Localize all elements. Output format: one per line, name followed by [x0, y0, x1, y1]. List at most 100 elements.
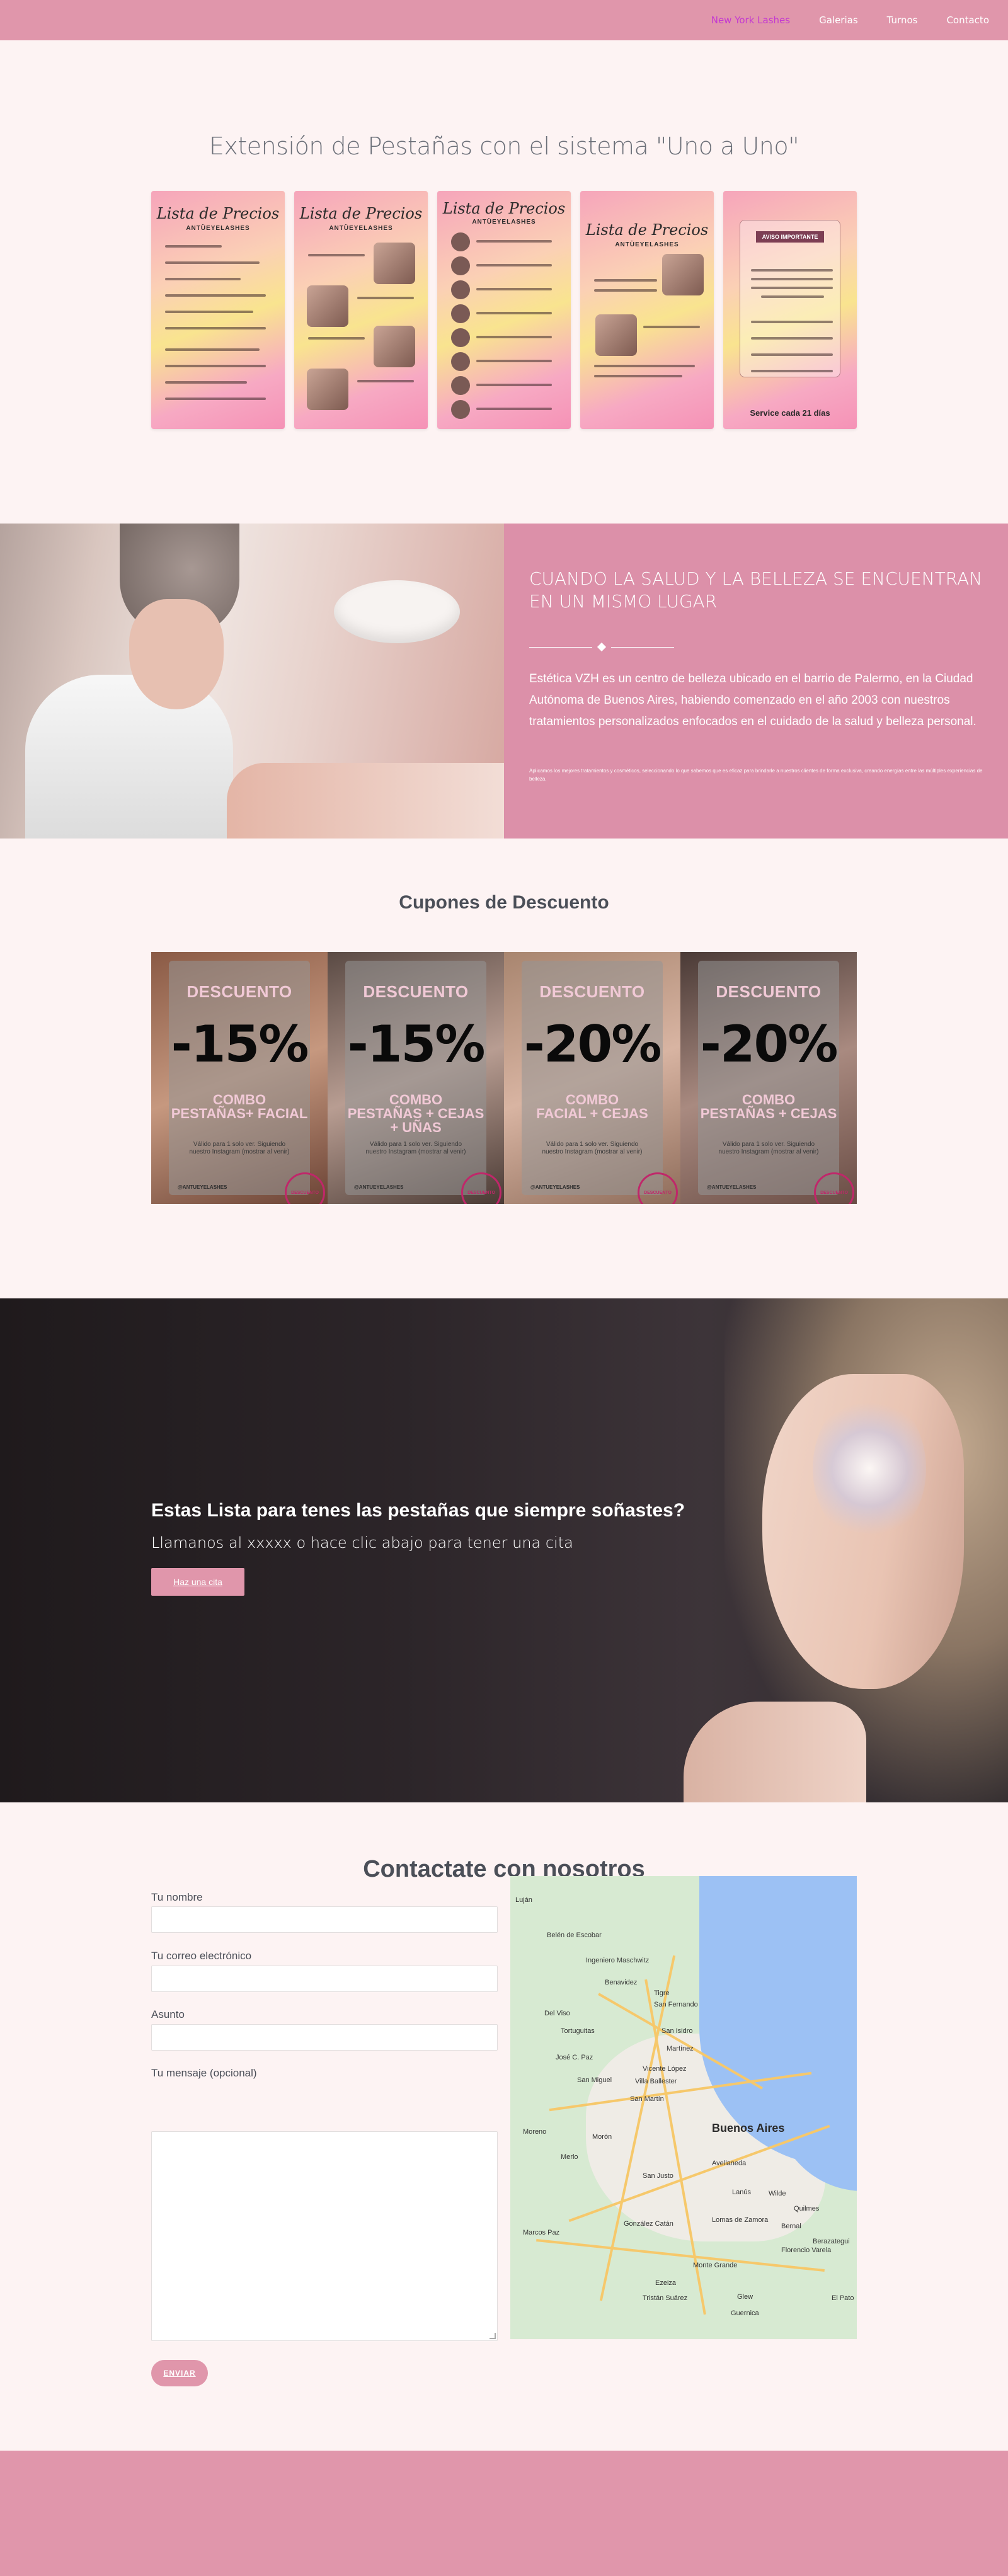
map-label: Martínez — [667, 2045, 694, 2052]
about-heading: CUANDO LA SALUD Y LA BELLEZA SE ENCUENTR… — [529, 568, 983, 612]
price-list-image[interactable]: Lista de Precios ANTÜEYELASHES — [437, 191, 571, 429]
price-line — [165, 311, 253, 313]
price-line — [594, 375, 682, 377]
map-label: Morón — [592, 2133, 612, 2141]
message-label: Tu mensaje (opcional) — [151, 2067, 257, 2079]
notice-line — [751, 278, 833, 280]
treatment-photo — [374, 243, 415, 284]
coupon-handle: @ANTUEYELASHES — [530, 1184, 580, 1190]
lash-style-photo — [451, 328, 470, 347]
price-line — [165, 261, 260, 264]
map-label: Luján — [515, 1896, 532, 1904]
map-label: San Justo — [643, 2172, 673, 2180]
glitter-makeup — [813, 1393, 926, 1544]
map-label: Ingeniero Maschwitz — [586, 1957, 650, 1964]
diamond-icon — [597, 642, 607, 652]
map-label: San Fernando — [654, 2001, 698, 2008]
map-label: San Isidro — [662, 2027, 693, 2035]
divider-ornament — [529, 642, 674, 652]
resize-handle-icon[interactable] — [490, 2333, 496, 2339]
notice-image[interactable]: AVISO IMPORTANTE Service cada 21 días — [723, 191, 857, 429]
send-button[interactable]: ENVIAR — [151, 2360, 208, 2386]
price-line — [643, 326, 700, 328]
map-label: San Martín — [630, 2095, 664, 2103]
price-line — [165, 245, 222, 248]
price-card-title: Lista de Precios — [299, 205, 423, 222]
cta-banner: Estas Lista para tenes las pestañas que … — [0, 1298, 1008, 1802]
price-list-image[interactable]: Lista de Precios ANTÜEYELASHES — [294, 191, 428, 429]
coupon-combo: COMBO PESTAÑAS + CEJAS — [700, 1092, 837, 1121]
map-label: Tortuguitas — [561, 2027, 595, 2035]
lash-style-photo — [451, 232, 470, 251]
coupons-title: Cupones de Descuento — [399, 892, 609, 913]
map-label: Glew — [737, 2293, 753, 2301]
lash-style-photo — [451, 256, 470, 275]
coupon-label: DESCUENTO — [539, 982, 645, 1001]
coupon-image[interactable]: DESCUENTO -20% COMBO PESTAÑAS + CEJAS Vá… — [680, 952, 857, 1204]
cta-heading: Estas Lista para tenes las pestañas que … — [151, 1500, 685, 1521]
map-label: Ezeiza — [655, 2279, 677, 2287]
map-label: Berazategui — [813, 2238, 850, 2245]
location-map[interactable]: Luján Belén de Escobar Ingeniero Maschwi… — [510, 1876, 857, 2339]
message-field[interactable] — [151, 2131, 498, 2341]
notice-line — [751, 353, 833, 356]
footer — [0, 2451, 1008, 2576]
treatment-photo — [307, 369, 348, 410]
map-label: Monte Grande — [693, 2262, 738, 2269]
price-list-image[interactable]: Lista de Precios ANTÜEYELASHES — [580, 191, 714, 429]
price-list-image[interactable]: Lista de Precios ANTÜEYELASHES — [151, 191, 285, 429]
coupon-image[interactable]: DESCUENTO -20% COMBO FACIAL + CEJAS Váli… — [504, 952, 680, 1204]
coupon-combo: COMBO FACIAL + CEJAS — [536, 1092, 648, 1121]
map-label: Florencio Varela — [781, 2247, 832, 2254]
map-label: Villa Ballester — [635, 2078, 677, 2085]
coupon-image[interactable]: DESCUENTO -15% COMBO PESTAÑAS + CEJAS + … — [328, 952, 504, 1204]
lash-style-photo — [451, 352, 470, 371]
coupon-image[interactable]: DESCUENTO -15% COMBO PESTAÑAS+ FACIAL Vá… — [151, 952, 328, 1204]
about-panel: CUANDO LA SALUD Y LA BELLEZA SE ENCUENTR… — [504, 524, 1008, 839]
notice-line — [751, 287, 833, 289]
treatment-photo — [307, 285, 348, 327]
coupon-combo: COMBO PESTAÑAS+ FACIAL — [171, 1092, 308, 1121]
coupon-label: DESCUENTO — [716, 982, 822, 1001]
price-line — [165, 327, 266, 329]
coupon-percent: -15% — [347, 1015, 486, 1073]
nav-item-new-york-lashes[interactable]: New York Lashes — [711, 14, 790, 26]
nav-item-galerias[interactable]: Galerias — [819, 14, 858, 26]
esthetician-photo — [0, 524, 504, 839]
lash-style-photo — [451, 304, 470, 323]
road — [536, 2238, 825, 2272]
email-label: Tu correo electrónico — [151, 1950, 252, 1962]
map-label: Tristán Suárez — [643, 2294, 688, 2302]
subject-field[interactable] — [151, 2024, 498, 2051]
nav-item-turnos[interactable]: Turnos — [887, 14, 918, 26]
price-line — [165, 381, 247, 384]
map-label: Quilmes — [794, 2205, 820, 2212]
treatment-photo — [595, 314, 637, 356]
price-card-subtitle: ANTÜEYELASHES — [615, 241, 679, 248]
model-hand — [684, 1702, 866, 1802]
treatment-photo — [374, 326, 415, 367]
price-line — [165, 398, 266, 400]
map-label: Del Viso — [544, 2010, 570, 2017]
notice-footer: Service cada 21 días — [750, 408, 830, 418]
map-label: Moreno — [523, 2128, 547, 2136]
map-label: Vicente López — [643, 2065, 687, 2073]
map-label: Guernica — [731, 2310, 759, 2317]
price-line — [308, 337, 365, 340]
lash-style-photo — [451, 400, 470, 419]
price-card-subtitle: ANTÜEYELASHES — [329, 225, 393, 232]
cta-text: Llamanos al xxxxx o hace clic abajo para… — [151, 1534, 573, 1552]
price-line — [594, 289, 657, 292]
name-field[interactable] — [151, 1906, 498, 1933]
map-label: Benavidez — [605, 1979, 638, 1986]
nav-item-contacto[interactable]: Contacto — [946, 14, 989, 26]
hero-title: Extensión de Pestañas con el sistema "Un… — [209, 132, 799, 160]
book-appointment-button[interactable]: Haz una cita — [151, 1568, 244, 1596]
map-label: Marcos Paz — [523, 2229, 560, 2236]
email-field[interactable] — [151, 1966, 498, 1992]
esthetician-face — [129, 599, 224, 709]
map-label: Lomas de Zamora — [712, 2216, 769, 2224]
price-line — [476, 240, 552, 243]
coupon-validity: Válido para 1 solo ver. Siguiendo nuestr… — [718, 1141, 819, 1155]
coupon-combo: COMBO PESTAÑAS + CEJAS + UÑAS — [347, 1092, 484, 1135]
